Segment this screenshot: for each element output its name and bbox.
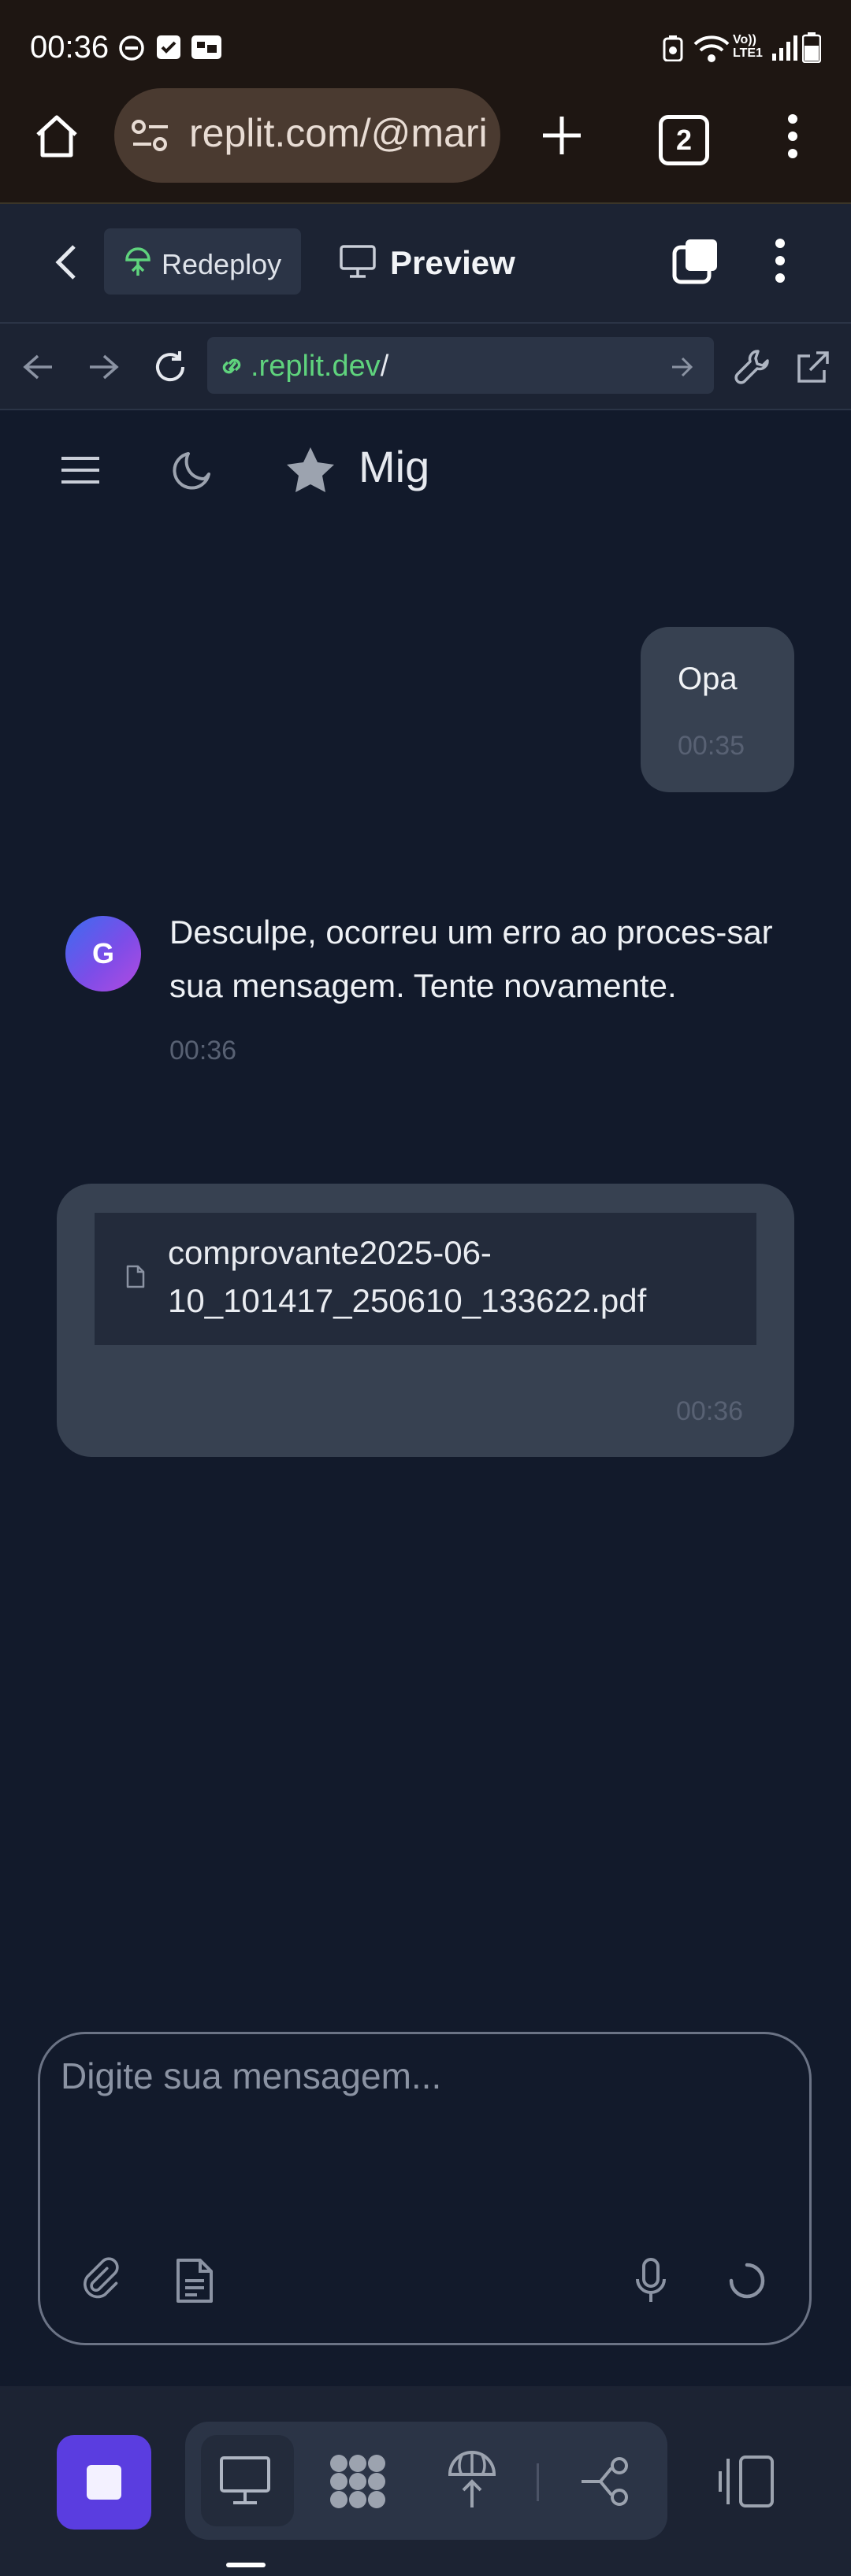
redeploy-label: Redeploy [162, 248, 282, 280]
attach-paperclip-icon[interactable] [77, 2257, 124, 2304]
deploy-icon [125, 247, 151, 276]
go-arrow-icon[interactable] [670, 356, 695, 378]
app-icon [191, 35, 221, 59]
wifi-icon [693, 35, 730, 62]
back-icon[interactable] [54, 243, 79, 281]
user-message-text: Opa [678, 662, 738, 696]
message-input[interactable] [59, 2053, 771, 2198]
replit-more-icon[interactable] [772, 236, 788, 285]
site-settings-icon[interactable] [130, 118, 171, 153]
loading-spinner-icon [729, 2263, 765, 2299]
home-icon[interactable] [33, 113, 80, 160]
checkbox-icon [157, 35, 180, 59]
assistant-avatar: G [65, 916, 141, 991]
git-branch-icon[interactable] [580, 2457, 635, 2506]
deployments-icon[interactable] [448, 2449, 496, 2509]
new-tab-icon[interactable] [540, 113, 584, 158]
user-message-bubble [641, 627, 794, 792]
panel-layout-icon[interactable] [717, 2454, 775, 2509]
preview-tab[interactable]: Preview [390, 244, 515, 282]
star-icon [287, 447, 334, 492]
more-options-icon[interactable] [785, 113, 801, 160]
status-bar: 00:36 Vo)) LTE1 [0, 0, 851, 91]
menu-icon[interactable] [61, 455, 99, 485]
preview-url-text: .replit.dev/ [251, 350, 388, 384]
user-message-time: 00:35 [678, 731, 745, 761]
nav-back-icon[interactable] [22, 353, 54, 381]
tools-divider [537, 2463, 539, 2501]
stop-button[interactable] [57, 2435, 151, 2530]
nav-forward-icon[interactable] [88, 353, 120, 381]
browser-url-text: replit.com/@mari [189, 111, 488, 155]
reload-icon[interactable] [151, 348, 189, 386]
message-composer [38, 2032, 812, 2345]
microphone-icon[interactable] [634, 2257, 668, 2304]
assistant-message-time: 00:36 [169, 1036, 237, 1066]
preview-monitor-icon[interactable] [219, 2456, 271, 2506]
file-name: comprovante2025-06-10_101417_250610_1336… [168, 1234, 647, 1319]
agent-icon[interactable] [328, 2454, 388, 2509]
dark-mode-moon-icon[interactable] [171, 449, 215, 493]
file-message-time: 00:36 [676, 1396, 744, 1426]
file-icon [126, 1265, 145, 1288]
open-external-icon[interactable] [796, 350, 831, 384]
signal-icon [772, 35, 797, 61]
preview-url-path: / [380, 350, 389, 383]
preview-url-domain: .replit.dev [251, 350, 381, 383]
home-indicator [226, 2563, 266, 2567]
tabs-overview-icon[interactable] [671, 236, 720, 285]
link-icon [222, 358, 241, 374]
battery-icon [802, 32, 821, 63]
tab-switcher-button[interactable]: 2 [659, 115, 709, 165]
status-time: 00:36 [30, 30, 110, 65]
devtools-wrench-icon[interactable] [734, 348, 771, 384]
assistant-message-text: Desculpe, ocorreu um erro ao proces-sar … [169, 914, 773, 1004]
monitor-icon [340, 245, 376, 278]
volte-label: Vo)) LTE1 [733, 33, 763, 60]
battery-saver-icon [663, 35, 683, 61]
document-icon[interactable] [175, 2257, 214, 2304]
app-title: Mig [359, 442, 430, 491]
do-not-disturb-icon [119, 35, 144, 61]
